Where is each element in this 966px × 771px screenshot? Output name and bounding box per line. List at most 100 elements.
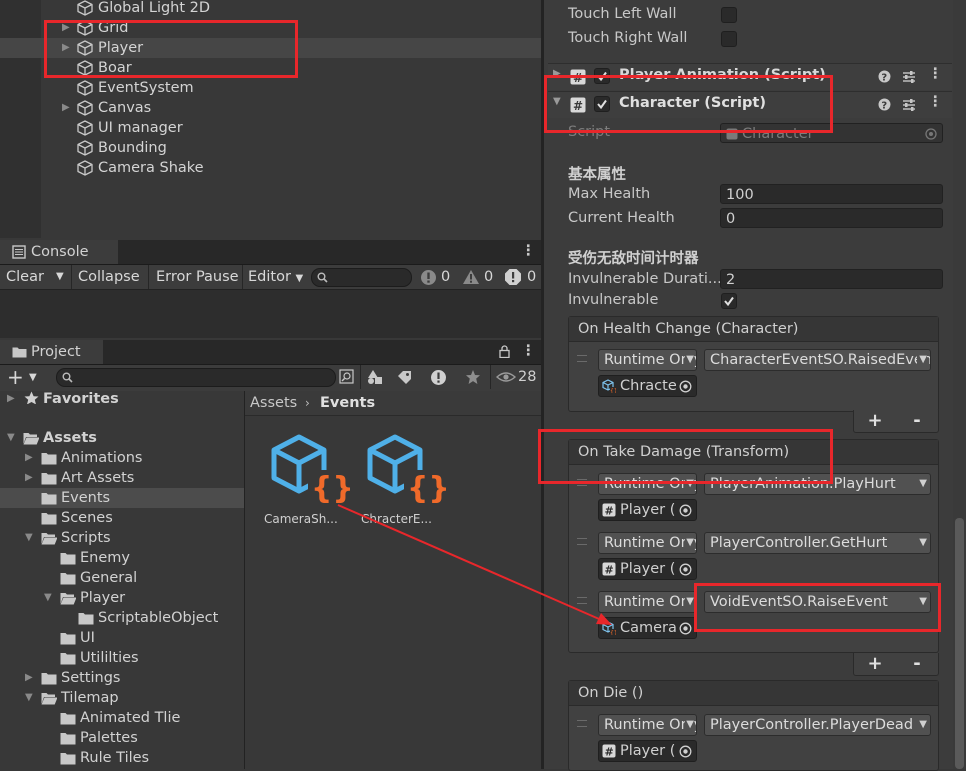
touch-right-wall-checkbox[interactable] bbox=[721, 31, 737, 47]
project-tree-item[interactable]: ▼ Assets bbox=[0, 428, 244, 448]
project-tree-item[interactable]: Rule Tiles bbox=[0, 748, 244, 768]
preset-sliders-icon[interactable] bbox=[902, 98, 916, 112]
remove-listener-button[interactable]: - bbox=[896, 410, 938, 432]
error-filter-icon[interactable] bbox=[430, 369, 447, 386]
error-pause-button[interactable]: Error Pause bbox=[156, 265, 239, 289]
max-health-input[interactable]: 100 bbox=[720, 184, 943, 204]
hierarchy-item[interactable]: ▶ Canvas bbox=[0, 98, 541, 118]
project-tree-item[interactable]: ▼ Tilemap bbox=[0, 688, 244, 708]
project-tree-item[interactable]: Palettes bbox=[0, 728, 244, 748]
foldout-arrow-icon[interactable]: ▶ bbox=[7, 389, 17, 409]
object-picker-icon[interactable] bbox=[679, 622, 692, 635]
component-header-player-animation[interactable]: ▶ # Player Animation (Script) ? ⋮ bbox=[548, 63, 952, 90]
runtime-mode-dropdown[interactable]: Runtime Only ▼ bbox=[598, 591, 697, 613]
add-listener-button[interactable]: + bbox=[854, 653, 896, 675]
project-tree-item[interactable]: ▼ Player bbox=[0, 588, 244, 608]
editor-dropdown[interactable]: Editor ▼ bbox=[248, 265, 303, 289]
breadcrumb-assets[interactable]: Assets bbox=[250, 391, 297, 415]
reorder-handle-icon[interactable] bbox=[577, 479, 587, 486]
remove-listener-button[interactable]: - bbox=[896, 653, 938, 675]
hierarchy-item[interactable]: ▶ Player bbox=[0, 38, 541, 58]
asset-camera-shake[interactable]: {} CameraSh... bbox=[260, 428, 351, 532]
target-object-field[interactable]: # Player ( bbox=[598, 740, 697, 762]
target-object-field[interactable]: {} Camera bbox=[598, 617, 697, 639]
function-dropdown[interactable]: VoidEventSO.RaiseEvent ▼ bbox=[704, 591, 931, 613]
preset-sliders-icon[interactable] bbox=[902, 70, 916, 84]
search-by-type-icon[interactable] bbox=[339, 369, 354, 384]
foldout-arrow-icon[interactable]: ▶ bbox=[25, 668, 35, 688]
object-picker-icon[interactable] bbox=[679, 745, 692, 758]
asset-character-event[interactable]: {} ChracterE... bbox=[356, 428, 447, 532]
reorder-handle-icon[interactable] bbox=[577, 538, 587, 545]
console-menu-icon[interactable]: ⋮ bbox=[521, 241, 536, 261]
breadcrumb-events[interactable]: Events bbox=[320, 391, 375, 415]
chevron-down-icon[interactable]: ▼ bbox=[29, 366, 37, 390]
runtime-mode-dropdown[interactable]: Runtime Only ▼ bbox=[598, 714, 697, 736]
star-icon[interactable] bbox=[465, 369, 481, 385]
hierarchy-item[interactable]: Bounding bbox=[0, 138, 541, 158]
help-icon[interactable]: ? bbox=[878, 70, 891, 83]
project-tree-item[interactable]: ScriptableObject bbox=[0, 608, 244, 628]
foldout-arrow-icon[interactable]: ▼ bbox=[7, 428, 17, 448]
hierarchy-item[interactable]: UI manager bbox=[0, 118, 541, 138]
component-enabled-checkbox[interactable] bbox=[594, 68, 610, 84]
clear-options-dropdown[interactable]: ▼ bbox=[56, 265, 64, 289]
reorder-handle-icon[interactable] bbox=[577, 597, 587, 604]
component-enabled-checkbox[interactable] bbox=[594, 96, 610, 112]
project-tree-item[interactable]: ▶ Animations bbox=[0, 448, 244, 468]
project-tree-item[interactable]: ▶ Art Assets bbox=[0, 468, 244, 488]
hierarchy-item[interactable]: Global Light 2D bbox=[0, 0, 541, 18]
object-picker-icon[interactable] bbox=[679, 504, 692, 517]
function-dropdown[interactable]: PlayerAnimation.PlayHurt ▼ bbox=[704, 473, 931, 495]
hierarchy-item[interactable]: ▶ Grid bbox=[0, 18, 541, 38]
object-picker-icon[interactable] bbox=[679, 380, 692, 393]
function-dropdown[interactable]: PlayerController.PlayerDead ▼ bbox=[704, 714, 931, 736]
foldout-arrow-icon[interactable]: ▶ bbox=[62, 18, 72, 38]
touch-left-wall-checkbox[interactable] bbox=[721, 7, 737, 23]
collapse-button[interactable]: Collapse bbox=[78, 265, 140, 289]
hierarchy-item[interactable]: Boar bbox=[0, 58, 541, 78]
component-header-character[interactable]: ▼ # Character (Script) ? ⋮ bbox=[548, 91, 952, 118]
project-tree-item[interactable]: ▼ Scripts bbox=[0, 528, 244, 548]
add-listener-button[interactable]: + bbox=[854, 410, 896, 432]
current-health-input[interactable]: 0 bbox=[720, 208, 943, 228]
target-object-field[interactable]: {} Chracte bbox=[598, 375, 697, 397]
hierarchy-item[interactable]: EventSystem bbox=[0, 78, 541, 98]
console-search-input[interactable] bbox=[311, 268, 412, 287]
object-picker-icon[interactable] bbox=[679, 563, 692, 576]
create-button[interactable]: + bbox=[7, 365, 24, 389]
foldout-arrow-icon[interactable]: ▼ bbox=[25, 528, 35, 548]
warning-icon[interactable] bbox=[462, 269, 480, 285]
runtime-mode-dropdown[interactable]: Runtime Only ▼ bbox=[598, 473, 697, 495]
component-menu-icon[interactable]: ⋮ bbox=[928, 66, 943, 82]
project-tree-item[interactable]: Enemy bbox=[0, 548, 244, 568]
runtime-mode-dropdown[interactable]: Runtime Only ▼ bbox=[598, 349, 697, 371]
project-tree-item[interactable]: General bbox=[0, 568, 244, 588]
invulnerable-checkbox[interactable] bbox=[721, 293, 737, 309]
project-tree-item[interactable]: Scenes bbox=[0, 508, 244, 528]
project-tree-item[interactable]: Events bbox=[0, 488, 244, 508]
project-search-input[interactable] bbox=[56, 368, 336, 387]
tab-project[interactable]: Project bbox=[0, 340, 103, 364]
target-object-field[interactable]: # Player ( bbox=[598, 558, 697, 580]
tag-icon[interactable] bbox=[397, 370, 413, 384]
function-dropdown[interactable]: CharacterEventSO.RaisedEvent ▼ bbox=[704, 349, 931, 371]
console-log-area[interactable] bbox=[0, 290, 541, 338]
inspector-scrollbar-thumb[interactable] bbox=[955, 518, 964, 769]
foldout-arrow-icon[interactable]: ▶ bbox=[25, 448, 35, 468]
project-tree-item[interactable]: ▶ Settings bbox=[0, 668, 244, 688]
info-icon[interactable] bbox=[420, 269, 437, 286]
project-tree-item[interactable]: Utililties bbox=[0, 648, 244, 668]
invulnerable-duration-input[interactable]: 2 bbox=[720, 269, 943, 289]
project-tree-item[interactable]: ▶ Favorites bbox=[0, 389, 244, 409]
foldout-arrow-icon[interactable]: ▶ bbox=[62, 38, 72, 58]
foldout-arrow-icon[interactable]: ▼ bbox=[25, 688, 35, 708]
target-object-field[interactable]: # Player ( bbox=[598, 499, 697, 521]
project-tree-item[interactable]: Animated Tlie bbox=[0, 708, 244, 728]
foldout-arrow-icon[interactable]: ▶ bbox=[553, 68, 561, 79]
reorder-handle-icon[interactable] bbox=[577, 355, 587, 362]
foldout-arrow-icon[interactable]: ▼ bbox=[553, 96, 561, 107]
project-menu-icon[interactable]: ⋮ bbox=[521, 341, 536, 361]
help-icon[interactable]: ? bbox=[878, 98, 891, 111]
lock-icon[interactable] bbox=[499, 345, 510, 358]
